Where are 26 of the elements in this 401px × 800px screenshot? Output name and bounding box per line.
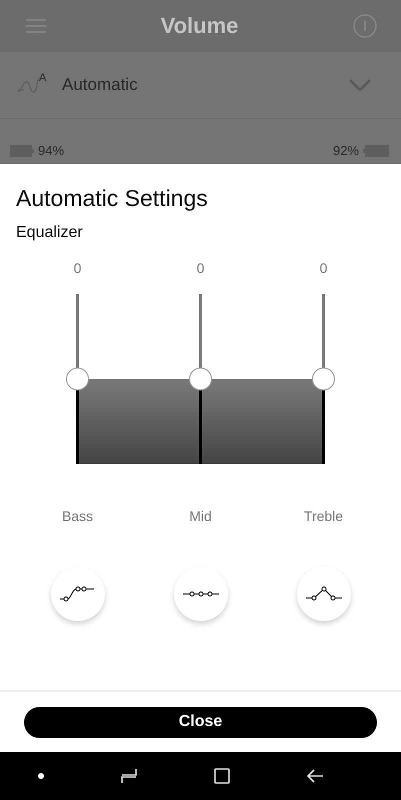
slider-track[interactable]	[66, 294, 89, 464]
close-button[interactable]: Close	[24, 706, 377, 738]
slider-track[interactable]	[312, 294, 335, 464]
band-value: 0	[320, 260, 328, 276]
eq-curve-icon	[60, 586, 96, 602]
home-icon[interactable]	[214, 768, 230, 784]
slider-track[interactable]	[189, 294, 212, 464]
dot-icon[interactable]	[38, 773, 44, 779]
band-label: Mid	[189, 508, 212, 524]
screen-title: Volume	[160, 13, 238, 39]
battery-percentage: 92%	[332, 143, 359, 158]
battery-percentage: 94%	[38, 143, 64, 158]
slider-thumb[interactable]	[312, 368, 335, 390]
back-icon[interactable]	[306, 769, 323, 783]
band-value: 0	[74, 260, 82, 276]
sheet-title: Automatic Settings	[16, 184, 209, 212]
band-value: 0	[196, 260, 204, 276]
eq-curve-icon	[306, 586, 342, 602]
band-label: Treble	[304, 508, 344, 524]
preset-button[interactable]	[296, 567, 350, 621]
band-label: Bass	[62, 508, 94, 524]
recent-apps-icon[interactable]	[121, 768, 138, 784]
section-label: Equalizer	[16, 224, 84, 242]
slider-thumb[interactable]	[189, 368, 212, 390]
chevron-down-icon	[349, 79, 371, 91]
slider-thumb[interactable]	[66, 368, 89, 390]
